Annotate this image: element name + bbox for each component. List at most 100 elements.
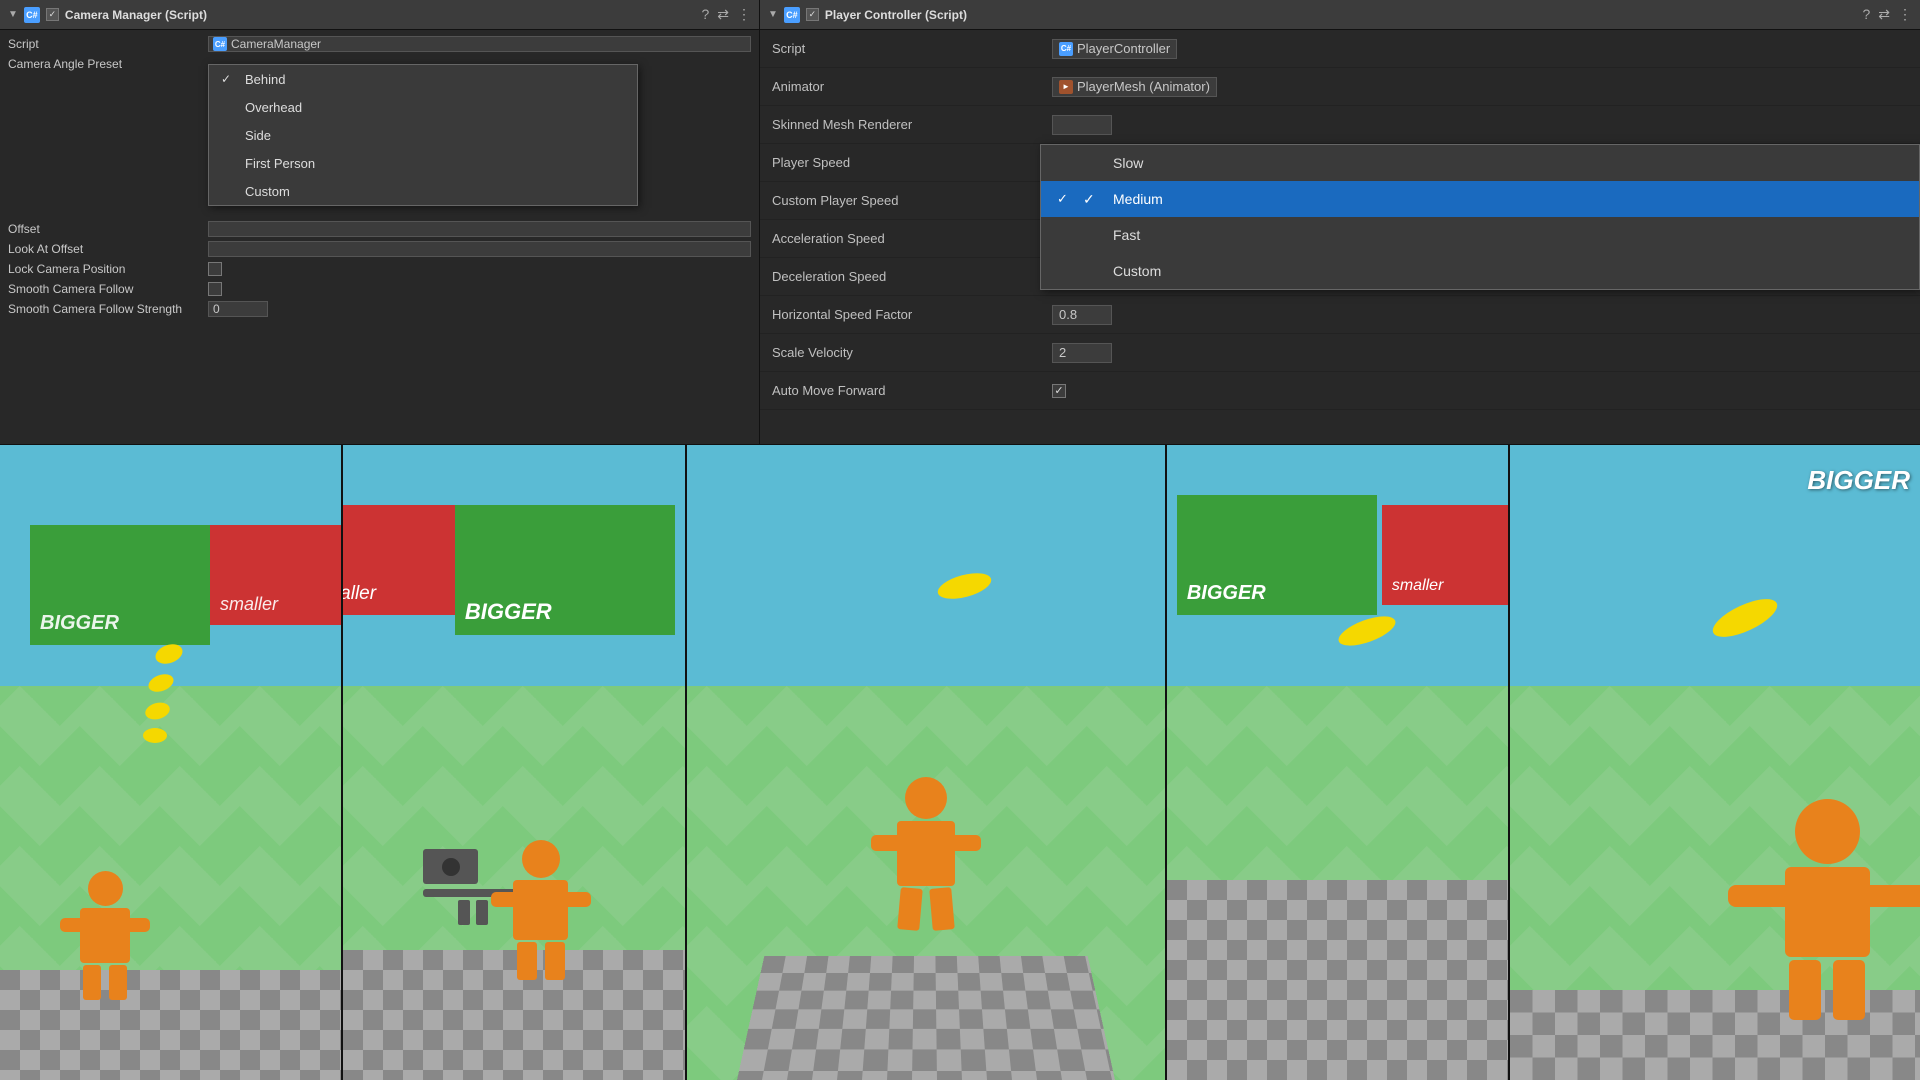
player-custom-speed-label: Custom Player Speed [772,193,1022,208]
camera-script-icon: C# [24,7,40,23]
dropdown-item-overhead-label: Overhead [245,100,302,115]
player-script-value[interactable]: C# PlayerController [1052,39,1177,59]
player-auto-move-label: Auto Move Forward [772,383,1022,398]
char-head-5 [1795,799,1860,864]
dropdown-custom[interactable]: Custom [1041,253,1919,289]
player-speed-dropdown[interactable]: Slow ✓ Medium Fast [1040,144,1920,290]
player-auto-checkbox[interactable]: ✓ [1052,384,1066,398]
player-script-value-icon: C# [1059,42,1073,56]
player-script-val-row: C# PlayerController [1040,30,1920,68]
player-skinned-val-row [1040,106,1920,144]
player-animator-value[interactable]: ► PlayerMesh (Animator) [1052,77,1217,97]
player-menu-icon[interactable]: ⋮ [1898,6,1912,23]
checker-floor-4 [1167,880,1508,1080]
player-scale-number: 2 [1059,345,1066,360]
camera-help-icon[interactable]: ? [701,6,709,23]
camera-smooth-strength-number: 0 [213,302,220,316]
platform-smaller-2: smaller [343,505,454,615]
char-legs-5 [1785,960,1870,1020]
game-view-5: BIGGER [1510,445,1920,1080]
dropdown-item-side[interactable]: Side [209,121,637,149]
camera-lookat-value[interactable] [208,241,751,257]
camera-enable-checkbox[interactable]: ✓ [46,8,59,21]
player-panel-header: ▼ C# ✓ Player Controller (Script) ? ⇄ ⋮ [760,0,1920,30]
char-arms-5 [1728,885,1920,907]
player-horiz-value[interactable]: 0.8 [1052,305,1112,325]
char-head-3 [905,777,947,819]
player-help-icon[interactable]: ? [1862,6,1870,23]
camera-smooth-strength-label: Smooth Camera Follow Strength [8,302,208,316]
platform-smaller-label-4: smaller [1392,577,1444,595]
dropdown-medium-label: Medium [1113,191,1163,207]
camera-inspector-content: Script C# CameraManager Camera Angle Pre… [0,30,759,444]
camera-offset-value[interactable] [208,221,751,237]
char-body-3 [897,821,955,886]
dropdown-item-firstperson[interactable]: First Person [209,149,637,177]
dropdown-item-custom-label: Custom [245,184,290,199]
dropdown-fast[interactable]: Fast [1041,217,1919,253]
char-leg-3r [929,887,955,931]
char-legs-2 [513,942,568,980]
platform-smaller-4: smaller [1382,505,1510,605]
player-scale-value[interactable]: 2 [1052,343,1112,363]
game-view-1: BIGGER smaller [0,445,343,1080]
player-animator-row: Animator [760,68,1040,106]
player-settings-icon[interactable]: ⇄ [1878,6,1890,23]
platform-smaller-label-2: smaller [343,583,376,605]
camera-script-value[interactable]: C# CameraManager [208,36,751,52]
character-1 [80,871,130,1000]
char-leg-2r [545,942,565,980]
dropdown-fast-label: Fast [1113,227,1140,243]
camera-lock-label: Lock Camera Position [8,262,208,276]
player-custom-speed-row: Custom Player Speed [760,182,1040,220]
char-leg-1r [109,965,127,1000]
player-values-col: C# PlayerController ► PlayerMesh (Animat… [1040,30,1920,444]
player-auto-move-row: Auto Move Forward [760,372,1040,410]
player-script-value-name: PlayerController [1077,41,1170,56]
camera-offset-row: Offset [0,219,759,239]
checker-floor-3 [737,956,1115,1080]
game-views-row: BIGGER smaller [0,445,1920,1080]
char-legs-3 [897,888,955,930]
player-skinned-value[interactable] [1052,115,1112,135]
player-horiz-number: 0.8 [1059,307,1077,322]
camera-smooth-row: Smooth Camera Follow [0,279,759,299]
player-skinned-label: Skinned Mesh Renderer [772,117,1022,132]
camera-angle-dropdown[interactable]: Behind Overhead Side First Person [208,64,638,206]
camera-collapse-arrow[interactable]: ▼ [8,9,18,20]
char-leg-3l [897,887,923,931]
player-script-label: Script [772,41,1022,56]
camera-lock-row: Lock Camera Position [0,259,759,279]
dropdown-slow[interactable]: Slow [1041,145,1919,181]
dropdown-item-custom[interactable]: Custom [209,177,637,205]
checker-floor-1 [0,970,341,1080]
char-leg-5l [1789,960,1821,1020]
camera-manager-panel: ▼ C# ✓ Camera Manager (Script) ? ⇄ ⋮ Scr… [0,0,760,444]
dropdown-item-overhead[interactable]: Overhead [209,93,637,121]
camera-smooth-checkbox[interactable] [208,282,222,296]
dropdown-medium[interactable]: ✓ Medium [1041,181,1919,217]
player-animator-value-name: PlayerMesh (Animator) [1077,79,1210,94]
camera-panel-title: Camera Manager (Script) [65,8,696,22]
player-animator-icon: ► [1059,80,1073,94]
camera-smooth-strength-value[interactable]: 0 [208,301,268,317]
dropdown-item-behind[interactable]: Behind [209,65,637,93]
camera-settings-icon[interactable]: ⇄ [717,6,729,23]
camera-menu-icon[interactable]: ⋮ [737,6,751,23]
camera-bot-2 [423,849,523,925]
char-legs-1 [80,965,130,1000]
player-horiz-row: Horizontal Speed Factor [760,296,1040,334]
player-collapse-arrow[interactable]: ▼ [768,9,778,20]
camera-script-row: Script C# CameraManager [0,34,759,54]
platform-smaller-1: smaller [210,525,343,625]
platform-bigger-2: BIGGER [455,505,675,635]
camera-offset-label: Offset [8,222,208,236]
camera-bot-leg-r [476,900,488,925]
char-arms-2 [491,892,591,907]
camera-lookat-row: Look At Offset [0,239,759,259]
platform-bigger-1: BIGGER [30,525,210,645]
player-panel-title: Player Controller (Script) [825,8,1857,22]
camera-lock-checkbox[interactable] [208,262,222,276]
platform-bigger-label-1: BIGGER [40,612,119,635]
player-enable-checkbox[interactable]: ✓ [806,8,819,21]
